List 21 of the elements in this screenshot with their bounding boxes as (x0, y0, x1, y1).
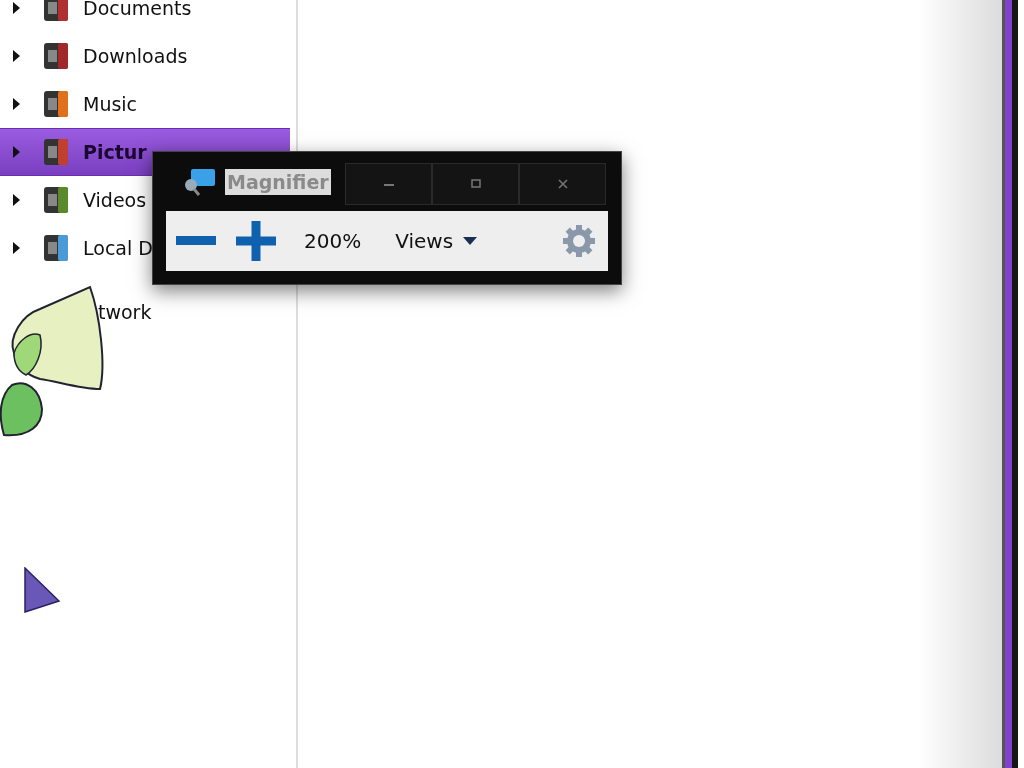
expand-arrow-icon[interactable] (12, 97, 21, 111)
minimize-icon (383, 182, 394, 186)
zoom-in-button[interactable] (236, 221, 276, 261)
expand-arrow-icon[interactable] (12, 49, 21, 63)
zoom-out-button[interactable] (176, 236, 216, 246)
expand-arrow-icon[interactable] (12, 193, 21, 207)
expand-arrow-icon[interactable] (12, 241, 21, 255)
caret-icon (463, 237, 478, 245)
maximize-icon (470, 179, 481, 189)
nav-item[interactable]: Documents (0, 0, 290, 32)
window-title: Magnifier (225, 168, 331, 195)
nav-item[interactable]: Music (0, 80, 290, 128)
expand-arrow-icon[interactable] (12, 1, 21, 15)
close-icon (557, 179, 568, 189)
nav-item[interactable]: Local D (0, 224, 290, 272)
zoom-level: 200% (304, 229, 362, 253)
settings-button[interactable] (562, 224, 596, 258)
cursor-icon (24, 567, 60, 613)
views-dropdown[interactable]: Views (395, 229, 478, 253)
nav-item[interactable]: twork (98, 301, 152, 323)
nav-item[interactable]: Downloads (0, 32, 290, 80)
